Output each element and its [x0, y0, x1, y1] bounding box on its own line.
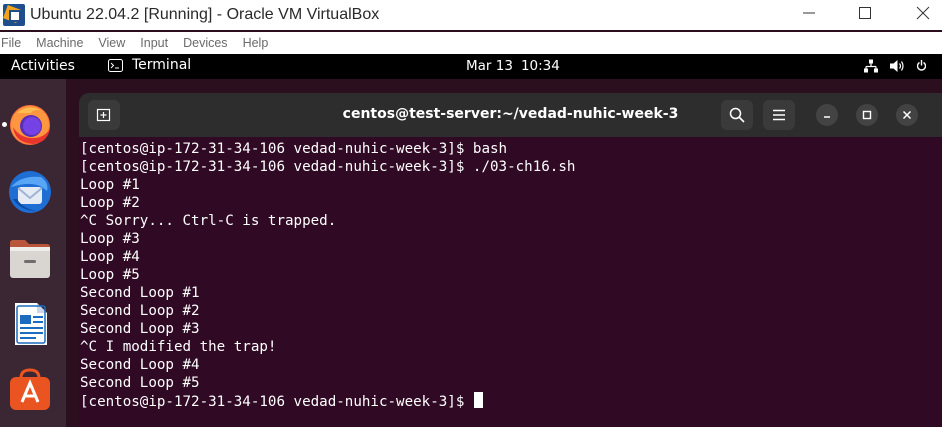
maximize-icon	[862, 110, 872, 120]
terminal-line: Second Loop #1	[80, 285, 200, 301]
terminal-line: Loop #2	[80, 195, 140, 211]
search-button[interactable]	[721, 100, 753, 130]
terminal-line: Second Loop #4	[80, 357, 200, 373]
clock-date: Mar 13	[466, 58, 513, 74]
clock-button[interactable]: Mar 13 10:34	[466, 58, 560, 74]
virtualbox-logo-icon	[3, 4, 25, 26]
terminal-app-icon	[108, 58, 123, 72]
terminal-line: ^C I modified the trap!	[80, 339, 277, 355]
menu-view[interactable]: View	[98, 36, 125, 50]
vbox-titlebar: Ubuntu 22.04.2 [Running] - Oracle VM Vir…	[0, 0, 942, 30]
vbox-menubar: File Machine View Input Devices Help	[0, 32, 942, 54]
terminal-line: ^C Sorry... Ctrl-C is trapped.	[80, 213, 337, 229]
minimize-icon	[824, 116, 830, 118]
terminal-output[interactable]: [centos@ip-172-31-34-106 vedad-nuhic-wee…	[80, 140, 930, 410]
terminal-line: Second Loop #5	[80, 375, 200, 391]
app-name: Terminal	[132, 57, 192, 73]
terminal-title: centos@test-server:~/vedad-nuhic-week-3	[342, 106, 679, 122]
hamburger-menu-icon	[773, 109, 785, 121]
menu-input[interactable]: Input	[140, 36, 168, 50]
terminal-line: Second Loop #2	[80, 303, 200, 319]
libreoffice-writer-icon	[15, 303, 47, 345]
app-center-icon	[10, 368, 50, 410]
search-icon	[729, 107, 745, 123]
terminal-line: Loop #1	[80, 177, 140, 193]
volume-icon	[890, 60, 904, 72]
app-menu-button[interactable]: Terminal	[108, 57, 191, 73]
thunderbird-icon	[9, 171, 51, 213]
window-title: Ubuntu 22.04.2 [Running] - Oracle VM Vir…	[30, 6, 380, 23]
menu-file[interactable]: File	[1, 36, 21, 50]
firefox-icon	[10, 105, 50, 145]
maximize-button[interactable]	[856, 104, 878, 126]
menu-devices[interactable]: Devices	[183, 36, 227, 50]
dock-item-app-center[interactable]	[7, 366, 53, 412]
power-icon	[917, 60, 926, 71]
minimize-icon	[803, 12, 815, 14]
menu-machine[interactable]: Machine	[36, 36, 83, 50]
terminal-window: centos@test-server:~/vedad-nuhic-week-3	[79, 93, 942, 427]
minimize-button[interactable]	[780, 0, 838, 26]
terminal-prompt-line[interactable]: [centos@ip-172-31-34-106 vedad-nuhic-wee…	[80, 392, 930, 410]
close-icon	[916, 6, 930, 20]
terminal-line: Loop #3	[80, 231, 140, 247]
gnome-topbar: Activities Terminal Mar 13 10:34	[0, 54, 942, 79]
minimize-button[interactable]	[816, 104, 838, 126]
new-tab-button[interactable]	[88, 100, 120, 130]
clock-time: 10:34	[520, 58, 560, 74]
dock-item-thunderbird[interactable]	[7, 169, 53, 215]
dock-item-firefox[interactable]	[7, 101, 53, 147]
menu-help[interactable]: Help	[243, 36, 269, 50]
system-status-menu[interactable]	[864, 59, 926, 73]
dock	[0, 79, 66, 427]
dock-item-libreoffice-writer[interactable]	[7, 301, 53, 347]
dock-item-files[interactable]	[7, 235, 53, 281]
terminal-line: [centos@ip-172-31-34-106 vedad-nuhic-wee…	[80, 141, 508, 157]
menu-button[interactable]	[763, 100, 795, 130]
terminal-line: Loop #5	[80, 267, 140, 283]
terminal-line: Second Loop #3	[80, 321, 200, 337]
text-cursor	[473, 392, 483, 408]
terminal-line: Loop #4	[80, 249, 140, 265]
maximize-button[interactable]	[836, 0, 894, 26]
terminal-line: [centos@ip-172-31-34-106 vedad-nuhic-wee…	[80, 159, 576, 175]
running-indicator	[2, 122, 7, 127]
new-tab-icon	[96, 108, 111, 122]
activities-button[interactable]: Activities	[11, 58, 75, 74]
close-icon	[902, 110, 912, 120]
network-wired-icon	[864, 59, 878, 73]
close-button[interactable]	[894, 0, 942, 26]
terminal-prompt: [centos@ip-172-31-34-106 vedad-nuhic-wee…	[80, 394, 473, 410]
close-button[interactable]	[896, 104, 918, 126]
maximize-icon	[859, 7, 871, 19]
terminal-headerbar: centos@test-server:~/vedad-nuhic-week-3	[79, 93, 942, 137]
files-icon	[10, 240, 50, 278]
